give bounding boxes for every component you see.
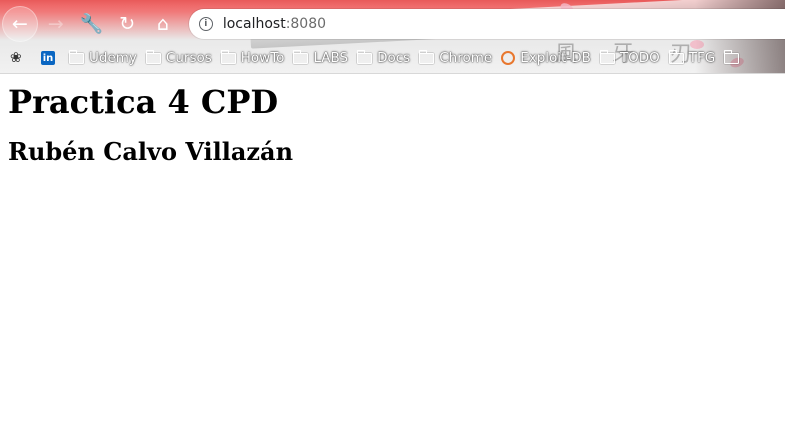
bookmark-exploit-db[interactable]: Exploit-DB bbox=[501, 50, 591, 66]
folder-icon bbox=[293, 49, 309, 64]
browser-toolbar: ← → 🔧 ↻ ⌂ i localhost:8080 bbox=[0, 4, 785, 44]
folder-icon bbox=[145, 49, 161, 64]
folder-icon bbox=[69, 49, 84, 64]
bookmark-tfg[interactable]: TFG bbox=[668, 49, 715, 66]
bookmark-docs[interactable]: Docs bbox=[357, 49, 410, 66]
folder-icon bbox=[357, 49, 373, 64]
page-title: Practica 4 CPD bbox=[8, 83, 279, 121]
address-url[interactable]: localhost:8080 bbox=[223, 16, 326, 32]
bookmark-chrome[interactable]: Chrome bbox=[419, 49, 492, 66]
bookmark-todo[interactable]: TODO bbox=[599, 49, 660, 66]
folder-icon bbox=[668, 49, 684, 64]
folder-icon bbox=[724, 49, 740, 64]
wrench-icon[interactable]: 🔧 bbox=[74, 6, 110, 42]
reload-icon[interactable]: ↻ bbox=[109, 6, 145, 42]
folder-icon bbox=[220, 49, 236, 64]
bookmark-cursos[interactable]: Cursos bbox=[145, 49, 212, 66]
info-icon[interactable]: i bbox=[198, 17, 213, 31]
folder-icon bbox=[599, 49, 615, 64]
page-content: Practica 4 CPD Rubén Calvo Villazán bbox=[0, 74, 785, 176]
app-icon: ❀ bbox=[10, 50, 22, 66]
bookmark-udemy[interactable]: Udemy bbox=[69, 49, 137, 66]
bookmark-howto[interactable]: HowTo bbox=[220, 49, 284, 66]
bookmarks-bar: ❀ in Udemy Cursos HowTo LABS Docs Chrome… bbox=[0, 46, 785, 70]
address-bar[interactable]: i localhost:8080 bbox=[188, 9, 785, 39]
bookmark-labs[interactable]: LABS bbox=[293, 49, 348, 66]
browser-chrome: 風 牙 刃 ← → 🔧 ↻ ⌂ i localhost:8080 ❀ in Ud… bbox=[0, 0, 785, 74]
exploit-db-icon bbox=[501, 51, 516, 65]
page-subtitle: Rubén Calvo Villazán bbox=[8, 137, 294, 166]
forward-arrow-icon[interactable]: → bbox=[38, 6, 74, 42]
bookmark-overflow-folder[interactable] bbox=[724, 49, 744, 64]
bookmark-linkedin[interactable]: in bbox=[41, 51, 60, 65]
folder-icon bbox=[419, 49, 435, 64]
home-icon[interactable]: ⌂ bbox=[145, 6, 181, 42]
bookmark-app[interactable]: ❀ bbox=[0, 51, 32, 65]
linkedin-icon: in bbox=[41, 51, 55, 65]
back-arrow-icon[interactable]: ← bbox=[2, 6, 38, 42]
